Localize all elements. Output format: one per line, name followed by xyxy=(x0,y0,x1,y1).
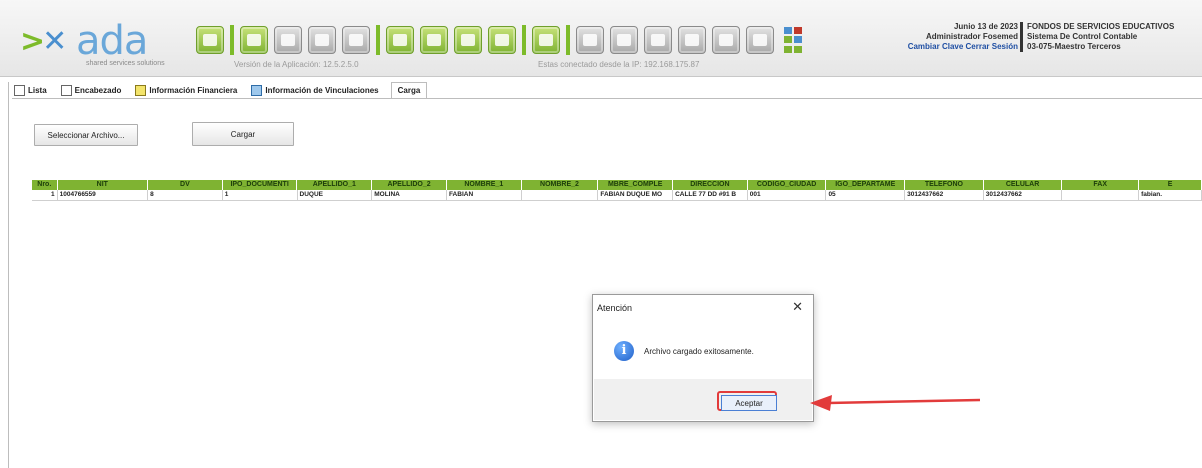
search-icon[interactable] xyxy=(420,26,448,54)
user-info: Junio 13 de 2023 Administrador Fosemed C… xyxy=(880,22,1018,52)
current-date: Junio 13 de 2023 xyxy=(953,22,1018,31)
calendar-icon[interactable] xyxy=(678,26,706,54)
col-codigo-departamento: IGO_DEPARTAME xyxy=(826,180,906,190)
info-icon: i xyxy=(614,341,634,361)
export-icon[interactable] xyxy=(454,26,482,54)
col-apellido-2: APELLIDO_2 xyxy=(372,180,447,190)
document-icon[interactable] xyxy=(712,26,740,54)
cell-tipo-documento: 1 xyxy=(223,190,298,200)
cell-codigo-departamento: 05 xyxy=(826,190,906,200)
document-icon xyxy=(60,84,72,96)
logout-link[interactable]: Cerrar Sesión xyxy=(966,42,1018,51)
col-dv: DV xyxy=(148,180,223,190)
logo-text: ada xyxy=(76,18,148,64)
cell-celular: 3012437662 xyxy=(984,190,1063,200)
lock-icon[interactable] xyxy=(532,26,560,54)
col-celular: CELULAR xyxy=(984,180,1063,190)
attention-dialog: Atención ✕ i Archivo cargado exitosament… xyxy=(592,294,814,422)
print-icon[interactable] xyxy=(386,26,414,54)
cell-nombre-1: FABIAN xyxy=(447,190,522,200)
col-nombre-1: NOMBRE_1 xyxy=(447,180,522,190)
accept-button[interactable]: Aceptar xyxy=(721,395,777,411)
cell-dv: 8 xyxy=(148,190,223,200)
cell-apellido-1: DUQUE xyxy=(298,190,373,200)
user-role: Administrador Fosemed xyxy=(925,32,1018,41)
cell-fax xyxy=(1062,190,1140,200)
delete-icon[interactable] xyxy=(308,26,336,54)
list-icon xyxy=(14,84,25,96)
cell-direccion: CALLE 77 DD #91 B xyxy=(673,190,748,200)
col-direccion: DIRECCION xyxy=(673,180,748,190)
col-nro: Nro. xyxy=(32,180,58,190)
toolbar-separator xyxy=(522,25,526,55)
change-password-link[interactable]: Cambiar Clave xyxy=(908,42,964,51)
new-record-icon[interactable] xyxy=(196,26,224,54)
edit-icon[interactable] xyxy=(240,26,268,54)
org-info: FONDOS DE SERVICIOS EDUCATIVOS Sistema D… xyxy=(1020,22,1174,52)
save-icon[interactable] xyxy=(274,26,302,54)
undo-icon[interactable] xyxy=(342,26,370,54)
tab-encabezado[interactable]: Encabezado xyxy=(59,82,124,98)
logo-tagline: shared services solutions xyxy=(86,60,165,67)
report-icon[interactable] xyxy=(746,26,774,54)
select-file-button[interactable]: Seleccionar Archivo... xyxy=(34,124,138,146)
toolbar-separator xyxy=(376,25,380,55)
tab-lista[interactable]: Lista xyxy=(12,82,49,98)
ada-logo: >✕ ada shared services solutions xyxy=(14,18,184,67)
dialog-title: Atención xyxy=(597,303,633,313)
col-nombre-completo: MBRE_COMPLE xyxy=(598,180,674,190)
tab-informacion-vinculaciones[interactable]: Información de Vinculaciones xyxy=(249,82,380,98)
col-email: E xyxy=(1139,180,1202,190)
arrow-shaft xyxy=(827,398,981,405)
tab-bar: Lista Encabezado Información Financiera … xyxy=(12,81,437,99)
close-icon[interactable]: ✕ xyxy=(792,299,803,315)
grid-header: Nro. NIT DV IPO_DOCUMENTI APELLIDO_1 APE… xyxy=(32,180,1202,190)
tab-divider xyxy=(12,98,1202,99)
dialog-footer: Aceptar xyxy=(594,379,812,420)
col-apellido-1: APELLIDO_1 xyxy=(297,180,373,190)
content-border xyxy=(8,82,9,468)
folder-icon xyxy=(135,84,147,96)
col-fax: FAX xyxy=(1062,180,1140,190)
cell-nombre-completo: FABIAN DUQUE MO xyxy=(598,190,674,200)
table-row[interactable]: 1 1004766559 8 1 DUQUE MOLINA FABIAN FAB… xyxy=(32,190,1202,201)
ip-info: Estas conectado desde la IP: 192.168.175… xyxy=(538,60,700,69)
arrow-head xyxy=(810,395,832,411)
cell-nro: 1 xyxy=(32,190,58,200)
cell-telefono: 3012437662 xyxy=(905,190,984,200)
cell-email: fabian. xyxy=(1139,190,1202,200)
cell-nombre-2 xyxy=(522,190,599,200)
system-name: Sistema De Control Contable xyxy=(1027,32,1138,41)
apps-grid-icon[interactable] xyxy=(784,27,802,53)
app-version: Versión de la Aplicación: 12.5.2.5.0 xyxy=(234,60,359,69)
col-nit: NIT xyxy=(58,180,149,190)
org-name: FONDOS DE SERVICIOS EDUCATIVOS xyxy=(1027,22,1175,31)
col-nombre-2: NOMBRE_2 xyxy=(522,180,599,190)
module-name: 03-075-Maestro Terceros xyxy=(1027,42,1121,51)
toolbar-separator xyxy=(566,25,570,55)
toolbar-separator xyxy=(230,25,234,55)
annotation-arrow-icon xyxy=(810,395,981,411)
upload-grid: Nro. NIT DV IPO_DOCUMENTI APELLIDO_1 APE… xyxy=(32,180,1202,201)
dialog-body: i Archivo cargado exitosamente. xyxy=(594,321,812,379)
logo-mark-icon: >✕ xyxy=(20,24,67,59)
briefcase-icon[interactable] xyxy=(488,26,516,54)
cell-nit: 1004766559 xyxy=(58,190,149,200)
tab-carga[interactable]: Carga xyxy=(390,81,428,99)
tab-informacion-financiera[interactable]: Información Financiera xyxy=(133,82,239,98)
dialog-message: Archivo cargado exitosamente. xyxy=(644,347,754,356)
record-icon[interactable] xyxy=(576,26,604,54)
col-codigo-ciudad: CODIGO_CIUDAD xyxy=(748,180,827,190)
grid-view-icon[interactable] xyxy=(644,26,672,54)
people-icon xyxy=(251,84,263,96)
col-telefono: TELEFONO xyxy=(905,180,984,190)
app-header: >✕ ada shared services solutions Versión… xyxy=(0,0,1202,77)
upload-button[interactable]: Cargar xyxy=(192,122,294,146)
window-icon[interactable] xyxy=(610,26,638,54)
cell-apellido-2: MOLINA xyxy=(372,190,447,200)
cell-codigo-ciudad: 001 xyxy=(748,190,827,200)
col-tipo-documento: IPO_DOCUMENTI xyxy=(223,180,298,190)
main-toolbar xyxy=(196,22,802,58)
